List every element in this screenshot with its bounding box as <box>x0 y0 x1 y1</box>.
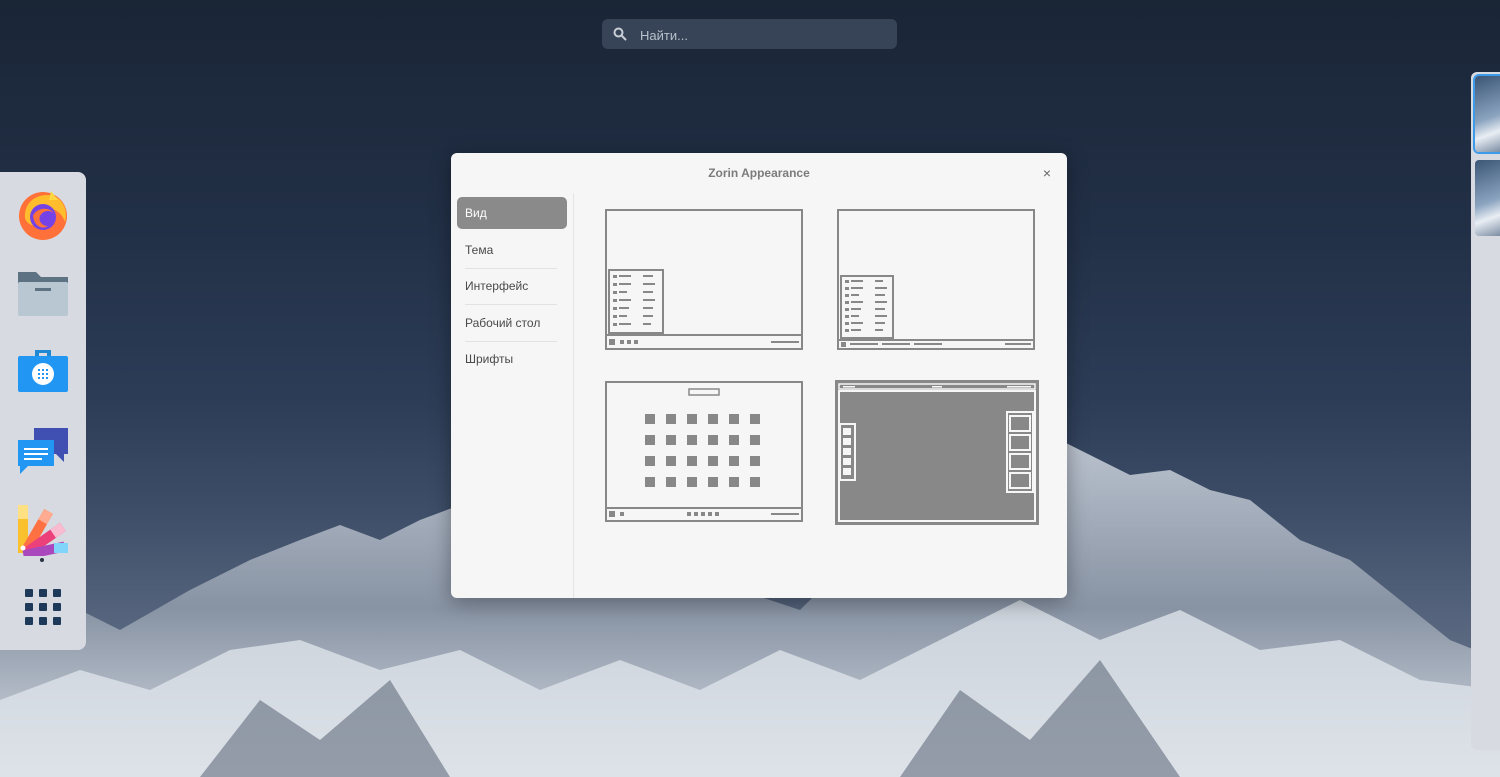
sidebar: Вид Тема Интерфейс Рабочий стол Шрифты <box>451 193 574 598</box>
sidebar-item-interfeis[interactable]: Интерфейс <box>457 270 567 302</box>
files-icon[interactable] <box>14 264 72 322</box>
appearance-icon[interactable] <box>14 498 72 561</box>
sidebar-item-shrifty[interactable]: Шрифты <box>457 343 567 375</box>
search-input[interactable] <box>638 19 892 51</box>
sidebar-separator <box>465 268 557 269</box>
layout-windows-classic[interactable] <box>837 209 1035 355</box>
firefox-icon[interactable] <box>14 186 72 244</box>
layout-windows-like[interactable] <box>605 209 803 355</box>
search-bar[interactable] <box>602 19 897 51</box>
messages-icon[interactable] <box>14 420 72 478</box>
workspace-thumbnail-2[interactable] <box>1475 160 1500 236</box>
sidebar-item-tema[interactable]: Тема <box>457 234 567 266</box>
sidebar-separator <box>465 304 557 305</box>
running-indicator <box>40 558 44 562</box>
workspace-switcher <box>1471 72 1500 750</box>
sidebar-item-rabochiy-stol[interactable]: Рабочий стол <box>457 307 567 339</box>
software-store-icon[interactable] <box>14 342 72 400</box>
show-apps-icon[interactable] <box>14 578 72 636</box>
sidebar-item-vid[interactable]: Вид <box>457 197 567 229</box>
dock <box>0 172 86 650</box>
sidebar-separator <box>465 341 557 342</box>
layout-gnome-like[interactable] <box>605 381 803 527</box>
close-icon[interactable]: × <box>1039 165 1055 181</box>
layout-touch[interactable] <box>835 380 1039 530</box>
search-icon <box>613 27 627 41</box>
workspace-thumbnail-1[interactable] <box>1475 76 1500 152</box>
window-title: Zorin Appearance <box>708 166 810 180</box>
zorin-appearance-window: Zorin Appearance × Вид Тема Интерфейс Ра… <box>451 153 1067 598</box>
